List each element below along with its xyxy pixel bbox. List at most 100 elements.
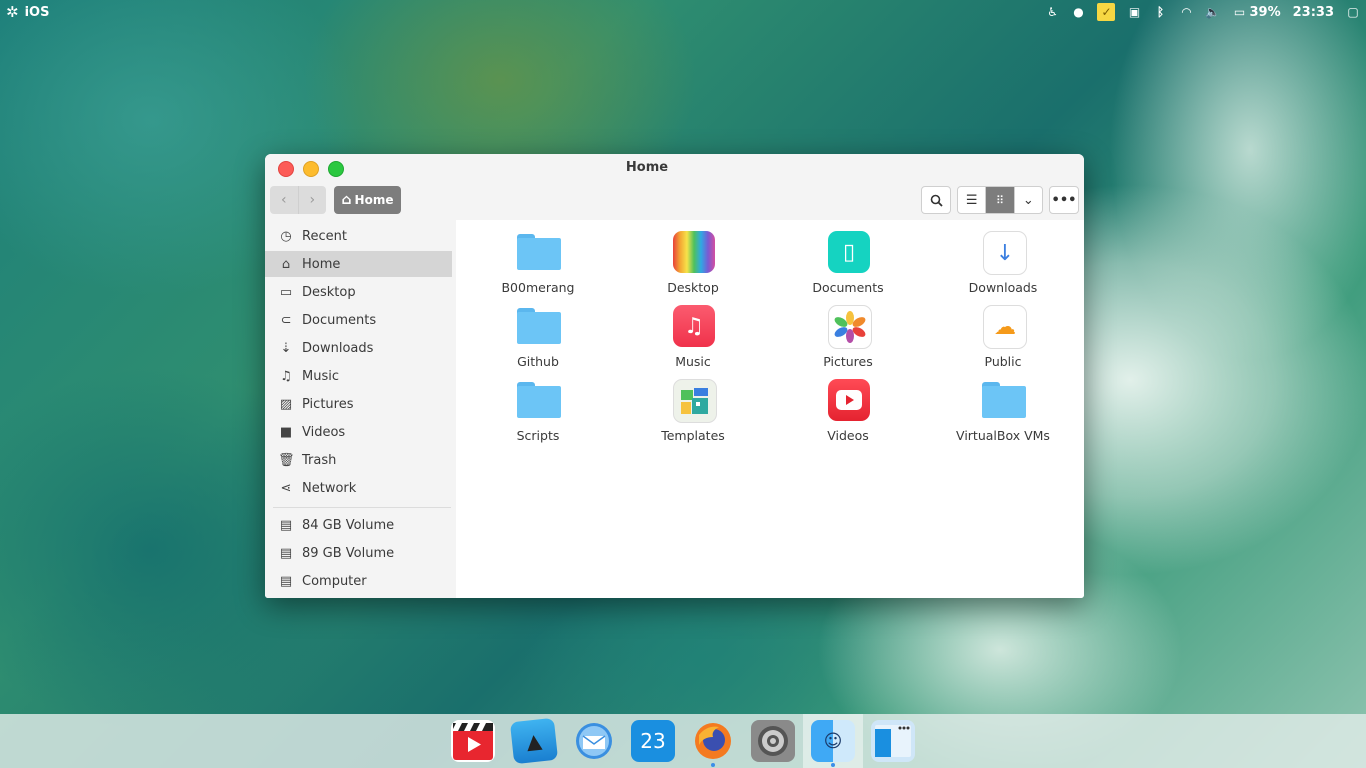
folder-icon <box>982 382 1026 418</box>
wifi-icon[interactable]: ◠ <box>1179 5 1193 19</box>
firefox-icon <box>695 723 731 759</box>
sidebar-item-89gb-volume[interactable]: ▤ 89 GB Volume <box>265 540 452 566</box>
view-options-button[interactable]: ⌄ <box>1013 187 1042 213</box>
gear-icon: ✲ <box>6 3 19 21</box>
drive-icon: ▤ <box>279 573 293 589</box>
sidebar-item-home[interactable]: ⌂ Home <box>265 251 452 277</box>
dock-system-settings[interactable] <box>751 720 795 762</box>
screen-icon[interactable]: ▢ <box>1346 5 1360 19</box>
volume-icon[interactable]: 🔈 <box>1205 5 1220 19</box>
sidebar-item-label: Home <box>302 256 341 272</box>
dock-window-manager[interactable] <box>871 720 915 762</box>
sidebar-item-recent[interactable]: ◷ Recent <box>265 223 452 249</box>
file-manager-window: Home ‹ › ⌂ Home ☰ ⠿ ⌄ ••• ◷ Recent ⌂ Hom… <box>265 154 1084 598</box>
battery-indicator[interactable]: ▭ 39% <box>1231 5 1281 20</box>
user-icon[interactable]: ● <box>1071 5 1085 19</box>
chevron-right-icon: › <box>309 192 316 208</box>
grid-view-button[interactable]: ⠿ <box>985 187 1014 213</box>
sidebar-item-videos[interactable]: ■ Videos <box>265 419 452 445</box>
folder-icon <box>517 234 561 270</box>
list-view-button[interactable]: ☰ <box>958 187 985 213</box>
file-label: Music <box>675 354 711 369</box>
sidebar-item-label: Recent <box>302 228 347 244</box>
file-item-documents[interactable]: ▯ Documents <box>778 230 918 295</box>
running-indicator <box>711 763 715 767</box>
sidebar-item-music[interactable]: ♫ Music <box>265 363 452 389</box>
accessibility-icon[interactable]: ♿ <box>1045 5 1059 19</box>
folder-icon <box>517 308 561 344</box>
video-player-icon <box>452 723 493 760</box>
dock-video-player[interactable] <box>451 720 495 762</box>
file-grid: B00merang Desktop ▯ Documents ↓ Download… <box>456 220 1084 598</box>
chevron-down-icon: ⌄ <box>1022 192 1034 208</box>
sidebar-item-label: Pictures <box>302 396 354 412</box>
sidebar-item-desktop[interactable]: ▭ Desktop <box>265 279 452 305</box>
sidebar-item-84gb-volume[interactable]: ▤ 84 GB Volume <box>265 512 452 538</box>
file-item-videos[interactable]: Videos <box>778 378 918 443</box>
notes-icon[interactable]: ✓ <box>1097 3 1116 21</box>
menu-button[interactable]: ••• <box>1049 186 1079 214</box>
file-label: Documents <box>812 280 884 295</box>
file-item-pictures[interactable]: Pictures <box>778 304 918 369</box>
sidebar-item-trash[interactable]: 🗑 Trash <box>265 447 452 473</box>
sidebar-item-label: Desktop <box>302 284 356 300</box>
sidebar-item-label: 89 GB Volume <box>302 545 395 561</box>
sidebar-item-network[interactable]: ⋖ Network <box>265 475 452 501</box>
activities-button[interactable]: ✲ iOS <box>6 3 49 21</box>
file-item-scripts[interactable]: Scripts <box>468 378 608 443</box>
clock-icon: ◷ <box>280 228 292 244</box>
music-note-icon: ♫ <box>280 368 292 384</box>
file-item-downloads[interactable]: ↓ Downloads <box>933 230 1073 295</box>
drive-icon: ▤ <box>279 517 293 533</box>
sidebar-item-computer[interactable]: ▤ Computer <box>265 568 452 594</box>
dock: ▲ 23 ☺ <box>0 714 1366 768</box>
file-item-music[interactable]: ♫ Music <box>623 304 763 369</box>
wine-icon: ▲ <box>525 728 543 754</box>
path-bar-home-button[interactable]: ⌂ Home <box>334 186 401 214</box>
sidebar-item-label: Computer <box>302 573 367 589</box>
file-item-github[interactable]: Github <box>468 304 608 369</box>
calendar-day: 23 <box>640 729 666 753</box>
file-label: B00merang <box>501 280 575 295</box>
file-item-b00merang[interactable]: B00merang <box>468 230 608 295</box>
download-icon: ⇣ <box>280 340 292 356</box>
file-item-desktop[interactable]: Desktop <box>623 230 763 295</box>
running-indicator <box>831 763 835 767</box>
file-item-templates[interactable]: Templates <box>623 378 763 443</box>
file-item-public[interactable]: ☁ Public <box>933 304 1073 369</box>
navigation-buttons: ‹ › <box>270 186 326 214</box>
lock-icon[interactable]: ▣ <box>1127 5 1141 19</box>
bluetooth-icon[interactable]: ᛒ <box>1153 5 1167 19</box>
dock-wine[interactable]: ▲ <box>509 717 559 765</box>
view-switcher: ☰ ⠿ ⌄ <box>957 186 1043 214</box>
trash-icon: 🗑 <box>278 452 295 468</box>
dock-mail[interactable] <box>572 720 616 762</box>
clock[interactable]: 23:33 <box>1293 5 1334 20</box>
back-button[interactable]: ‹ <box>270 186 298 214</box>
dock-finder[interactable]: ☺ <box>811 720 855 762</box>
music-folder-icon: ♫ <box>673 305 715 347</box>
search-icon <box>930 194 943 207</box>
sidebar-item-label: Videos <box>302 424 346 440</box>
dock-firefox[interactable] <box>691 720 735 762</box>
battery-icon: ▭ <box>1233 5 1246 19</box>
templates-folder-icon <box>673 379 717 423</box>
mail-icon <box>576 723 612 759</box>
sidebar-item-label: Music <box>302 368 339 384</box>
file-label: VirtualBox VMs <box>956 428 1050 443</box>
sidebar-item-pictures[interactable]: ▨ Pictures <box>265 391 452 417</box>
share-icon: ⋖ <box>280 480 292 496</box>
picture-icon: ▨ <box>279 396 293 412</box>
file-item-virtualbox-vms[interactable]: VirtualBox VMs <box>933 378 1073 443</box>
file-label: Videos <box>827 428 869 443</box>
chevron-left-icon: ‹ <box>280 192 287 208</box>
dock-calendar[interactable]: 23 <box>631 720 675 762</box>
header-bar: Home ‹ › ⌂ Home ☰ ⠿ ⌄ ••• <box>265 154 1084 220</box>
public-folder-icon: ☁ <box>983 305 1027 349</box>
sidebar-item-documents[interactable]: ⊂ Documents <box>265 307 452 333</box>
sidebar-item-downloads[interactable]: ⇣ Downloads <box>265 335 452 361</box>
sidebar-item-label: Documents <box>302 312 377 328</box>
search-button[interactable] <box>921 186 951 214</box>
file-label: Scripts <box>516 428 560 443</box>
forward-button[interactable]: › <box>297 186 327 214</box>
